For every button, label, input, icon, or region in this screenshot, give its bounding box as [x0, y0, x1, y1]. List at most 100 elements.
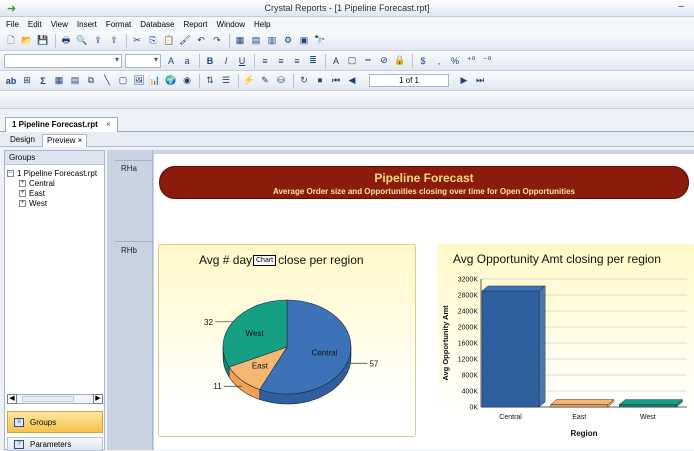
tab-preview[interactable]: Preview ×: [42, 134, 88, 147]
scroll-thumb[interactable]: [22, 396, 74, 402]
report-banner[interactable]: Pipeline Forecast Average Order size and…: [159, 166, 689, 199]
select-expert-icon[interactable]: ⚡: [242, 74, 256, 88]
menu-view[interactable]: View: [51, 20, 68, 29]
document-tab[interactable]: 1 Pipeline Forecast.rpt ×: [5, 117, 118, 133]
font-color-icon[interactable]: A: [329, 54, 343, 68]
menu-insert[interactable]: Insert: [77, 20, 97, 29]
justify-icon[interactable]: ≣: [306, 54, 320, 68]
parameters-button[interactable]: ? Parameters: [7, 437, 103, 451]
increase-decimals-icon[interactable]: ⁺⁰: [464, 54, 478, 68]
database-expert-icon[interactable]: ⛁: [274, 74, 288, 88]
line-style-icon[interactable]: ┅: [361, 54, 375, 68]
decrease-font-icon[interactable]: a: [180, 54, 194, 68]
first-page-icon[interactable]: ⏮: [329, 74, 343, 88]
menu-format[interactable]: Format: [106, 20, 131, 29]
save-icon[interactable]: 💾: [36, 34, 50, 48]
line-icon[interactable]: ╲: [100, 74, 114, 88]
export-icon[interactable]: ⇪: [91, 34, 105, 48]
italic-icon[interactable]: I: [219, 54, 233, 68]
map-icon[interactable]: 🌍: [164, 74, 178, 88]
scroll-right-icon[interactable]: ▶: [93, 394, 103, 404]
menu-database[interactable]: Database: [140, 20, 174, 29]
print-icon[interactable]: 🖶: [59, 34, 73, 48]
field-explorer-icon[interactable]: ▦: [233, 34, 247, 48]
copy-icon[interactable]: ⎘: [146, 34, 160, 48]
group-sort-icon[interactable]: ⇅: [203, 74, 217, 88]
expand-icon[interactable]: +: [19, 179, 26, 187]
page-indicator[interactable]: 1 of 1: [369, 74, 449, 87]
previous-page-icon[interactable]: ◀: [345, 74, 359, 88]
chart-icon[interactable]: 📊: [148, 74, 162, 88]
print-preview-icon[interactable]: 🔍: [75, 34, 89, 48]
bar-central[interactable]: [481, 290, 540, 408]
text-object-icon[interactable]: ab: [4, 74, 18, 88]
bar-east[interactable]: [550, 404, 609, 408]
align-center-icon[interactable]: ≡: [274, 54, 288, 68]
repository-icon[interactable]: ▥: [265, 34, 279, 48]
new-file-icon[interactable]: 🗋: [4, 34, 18, 48]
bar-chart-panel[interactable]: Avg Opportunity Amt closing per region 0…: [437, 244, 694, 444]
refresh-icon[interactable]: ↻: [297, 74, 311, 88]
stop-icon[interactable]: ⏹: [313, 74, 327, 88]
menu-edit[interactable]: Edit: [28, 20, 42, 29]
groups-button[interactable]: ≡ Groups: [7, 411, 103, 433]
currency-icon[interactable]: $: [416, 54, 430, 68]
flash-icon[interactable]: ◉: [180, 74, 194, 88]
tree-item-central[interactable]: + Central: [19, 178, 104, 188]
bar-west[interactable]: [619, 404, 677, 408]
cross-tab-icon[interactable]: ▦: [52, 74, 66, 88]
expand-icon[interactable]: +: [19, 199, 26, 207]
next-page-icon[interactable]: ▶: [457, 74, 471, 88]
redo-icon[interactable]: ↷: [210, 34, 224, 48]
increase-font-icon[interactable]: A: [164, 54, 178, 68]
picture-icon[interactable]: 🖼: [132, 74, 146, 88]
suppress-icon[interactable]: ⊘: [377, 54, 391, 68]
group-icon[interactable]: ⊞: [20, 74, 34, 88]
open-folder-icon[interactable]: 📂: [20, 34, 34, 48]
tab-design[interactable]: Design: [6, 134, 39, 147]
toolbar-separator: [126, 33, 127, 48]
cut-icon[interactable]: ✂: [130, 34, 144, 48]
percent-icon[interactable]: %: [448, 54, 462, 68]
undo-icon[interactable]: ↶: [194, 34, 208, 48]
bold-icon[interactable]: B: [203, 54, 217, 68]
border-icon[interactable]: ▢: [345, 54, 359, 68]
tree-item-east[interactable]: + East: [19, 188, 104, 198]
format-painter-icon[interactable]: 🖌: [178, 34, 192, 48]
horizontal-scrollbar[interactable]: ◀ ▶: [7, 394, 103, 404]
section-expert-icon[interactable]: ☰: [219, 74, 233, 88]
pie-chart-panel[interactable]: Avg # day close per region Chart Central 5…: [158, 244, 416, 437]
minimize-button[interactable]: –: [678, 1, 684, 12]
report-explorer-icon[interactable]: ▤: [249, 34, 263, 48]
paste-icon[interactable]: 📋: [162, 34, 176, 48]
font-size-select[interactable]: [125, 53, 161, 68]
tree-root[interactable]: − 1 Pipeline Forecast.rpt: [7, 168, 104, 178]
publish-icon[interactable]: ⇧: [107, 34, 121, 48]
find-icon[interactable]: 🔭: [313, 34, 327, 48]
underline-icon[interactable]: U: [235, 54, 249, 68]
report-preview-area[interactable]: RHa RHb Pipeline Forecast Average Order …: [107, 150, 694, 450]
dependency-icon[interactable]: ⚙: [281, 34, 295, 48]
thousands-icon[interactable]: ,: [432, 54, 446, 68]
box-icon[interactable]: ▢: [116, 74, 130, 88]
formula-workshop-icon[interactable]: ✎: [258, 74, 272, 88]
last-page-icon[interactable]: ⏭: [473, 74, 487, 88]
collapse-icon[interactable]: −: [7, 169, 14, 177]
summary-icon[interactable]: Σ: [36, 74, 50, 88]
menu-window[interactable]: Window: [217, 20, 245, 29]
workbench-icon[interactable]: ▣: [297, 34, 311, 48]
menu-report[interactable]: Report: [184, 20, 208, 29]
align-left-icon[interactable]: ≡: [258, 54, 272, 68]
menu-help[interactable]: Help: [254, 20, 270, 29]
olap-grid-icon[interactable]: ▤: [68, 74, 82, 88]
scroll-left-icon[interactable]: ◀: [7, 394, 17, 404]
menu-file[interactable]: File: [6, 20, 19, 29]
expand-icon[interactable]: +: [19, 189, 26, 197]
decrease-decimals-icon[interactable]: ⁻⁰: [480, 54, 494, 68]
tree-item-west[interactable]: + West: [19, 198, 104, 208]
lock-format-icon[interactable]: 🔒: [393, 54, 407, 68]
align-right-icon[interactable]: ≡: [290, 54, 304, 68]
subreport-icon[interactable]: ⧉: [84, 74, 98, 88]
font-name-select[interactable]: [4, 53, 122, 68]
close-icon[interactable]: ×: [106, 120, 111, 129]
